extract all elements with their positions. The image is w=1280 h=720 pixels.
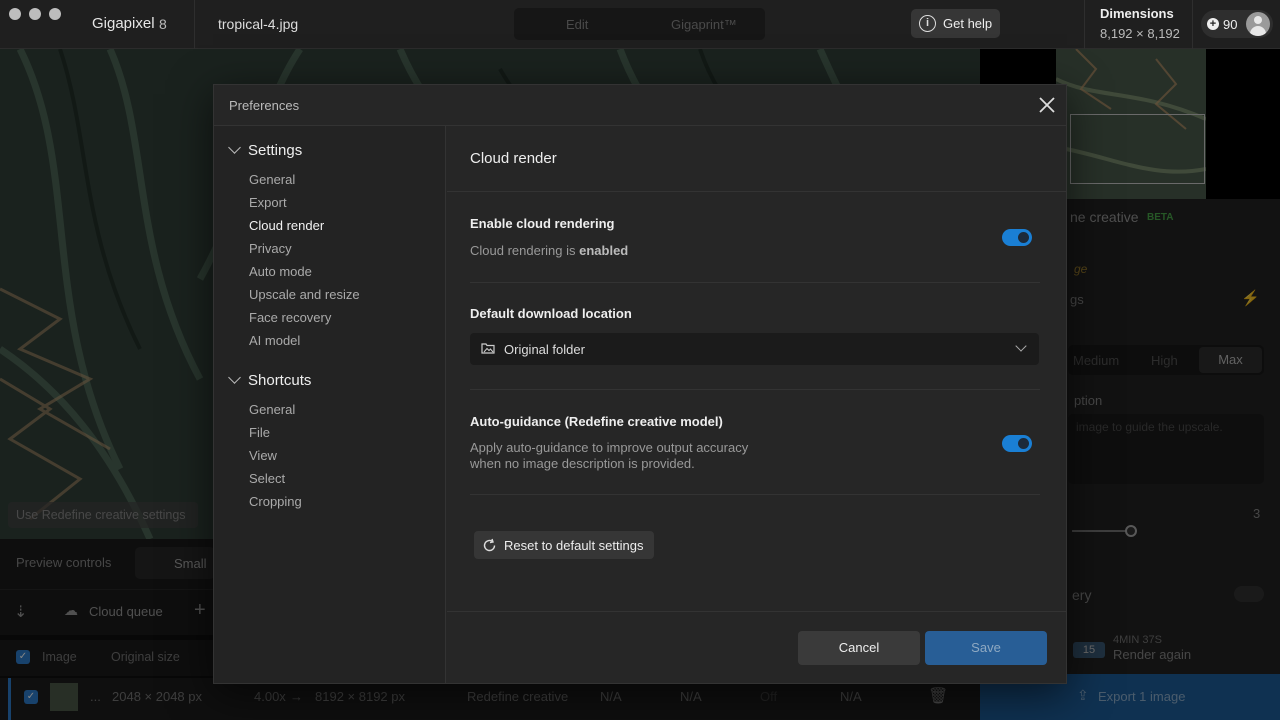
dialog-header: Preferences: [214, 85, 1066, 126]
title-bar: Gigapixel 8 tropical-4.jpg Edit Gigaprin…: [0, 0, 1280, 49]
app-version: 8: [159, 16, 167, 32]
cancel-button[interactable]: Cancel: [798, 631, 920, 665]
tab-gigaprint[interactable]: Gigaprint™: [671, 17, 737, 32]
chevron-down-icon: [228, 141, 241, 154]
dimensions-label: Dimensions: [1100, 6, 1174, 21]
dialog-title: Preferences: [229, 98, 300, 113]
info-icon: i: [919, 15, 936, 32]
close-icon[interactable]: [1038, 96, 1056, 114]
nav-upscale-resize[interactable]: Upscale and resize: [249, 287, 360, 302]
titlebar-divider: [1192, 0, 1193, 49]
download-location-title: Default download location: [470, 306, 632, 321]
cloud-rendering-status-prefix: Cloud rendering is: [470, 243, 580, 258]
plus-icon: +: [1207, 18, 1219, 30]
row-divider: [470, 282, 1040, 283]
get-help-button[interactable]: i Get help: [911, 9, 1000, 38]
mode-switcher: Edit Gigaprint™: [514, 8, 765, 40]
nav-shortcuts-cropping[interactable]: Cropping: [249, 494, 302, 509]
dimensions-value: 8,192 × 8,192: [1100, 26, 1180, 41]
section-shortcuts-label: Shortcuts: [248, 372, 312, 389]
footer-divider: [447, 611, 1067, 612]
auto-guidance-toggle[interactable]: [1002, 435, 1032, 452]
content-title: Cloud render: [470, 150, 557, 167]
toggle-knob: [1018, 232, 1029, 243]
nav-export[interactable]: Export: [249, 195, 287, 210]
titlebar-divider: [1084, 0, 1085, 49]
nav-general[interactable]: General: [249, 172, 295, 187]
nav-privacy[interactable]: Privacy: [249, 241, 292, 256]
download-location-select[interactable]: Original folder: [470, 333, 1039, 365]
chevron-down-icon: [1015, 340, 1027, 352]
nav-shortcuts-view[interactable]: View: [249, 448, 277, 463]
section-settings[interactable]: Settings: [228, 141, 303, 159]
reset-icon: [483, 538, 496, 552]
cloud-rendering-title: Enable cloud rendering: [470, 216, 615, 231]
row-divider: [470, 494, 1040, 495]
avatar-head: [1254, 16, 1262, 24]
chevron-down-icon: [228, 371, 241, 384]
toggle-knob: [1018, 438, 1029, 449]
nav-auto-mode[interactable]: Auto mode: [249, 264, 312, 279]
avatar[interactable]: [1246, 12, 1270, 36]
nav-ai-model[interactable]: AI model: [249, 333, 300, 348]
preferences-dialog: Preferences Settings General Export Clou…: [213, 84, 1067, 684]
window-maximize-button[interactable]: [49, 8, 61, 20]
nav-cloud-render[interactable]: Cloud render: [249, 218, 324, 233]
section-shortcuts[interactable]: Shortcuts: [228, 371, 312, 389]
row-divider: [470, 389, 1040, 390]
content-divider: [447, 191, 1067, 192]
download-location-value: Original folder: [504, 342, 585, 357]
file-name: tropical-4.jpg: [218, 16, 299, 32]
auto-guidance-description: Apply auto-guidance to improve output ac…: [470, 440, 749, 471]
nav-shortcuts-general[interactable]: General: [249, 402, 295, 417]
reset-defaults-label: Reset to default settings: [504, 538, 644, 553]
reset-defaults-button[interactable]: Reset to default settings: [474, 531, 654, 559]
section-settings-label: Settings: [248, 142, 303, 159]
cloud-rendering-status-value: enabled: [579, 243, 629, 258]
cloud-rendering-status: Cloud rendering is enabled: [470, 243, 628, 258]
preferences-sidebar: Settings General Export Cloud render Pri…: [214, 126, 446, 683]
folder-image-icon: [481, 343, 495, 354]
app-name: Gigapixel: [92, 15, 155, 32]
nav-shortcuts-select[interactable]: Select: [249, 471, 285, 486]
window-close-button[interactable]: [9, 8, 21, 20]
get-help-label: Get help: [943, 16, 993, 31]
nav-face-recovery[interactable]: Face recovery: [249, 310, 331, 325]
auto-guidance-title: Auto-guidance (Redefine creative model): [470, 414, 723, 429]
cloud-rendering-toggle[interactable]: [1002, 229, 1032, 246]
tab-edit[interactable]: Edit: [566, 17, 588, 32]
window-minimize-button[interactable]: [29, 8, 41, 20]
avatar-body: [1250, 26, 1266, 36]
credits-count: 90: [1223, 17, 1238, 32]
titlebar-divider: [194, 0, 195, 49]
nav-shortcuts-file[interactable]: File: [249, 425, 270, 440]
save-button[interactable]: Save: [925, 631, 1047, 665]
